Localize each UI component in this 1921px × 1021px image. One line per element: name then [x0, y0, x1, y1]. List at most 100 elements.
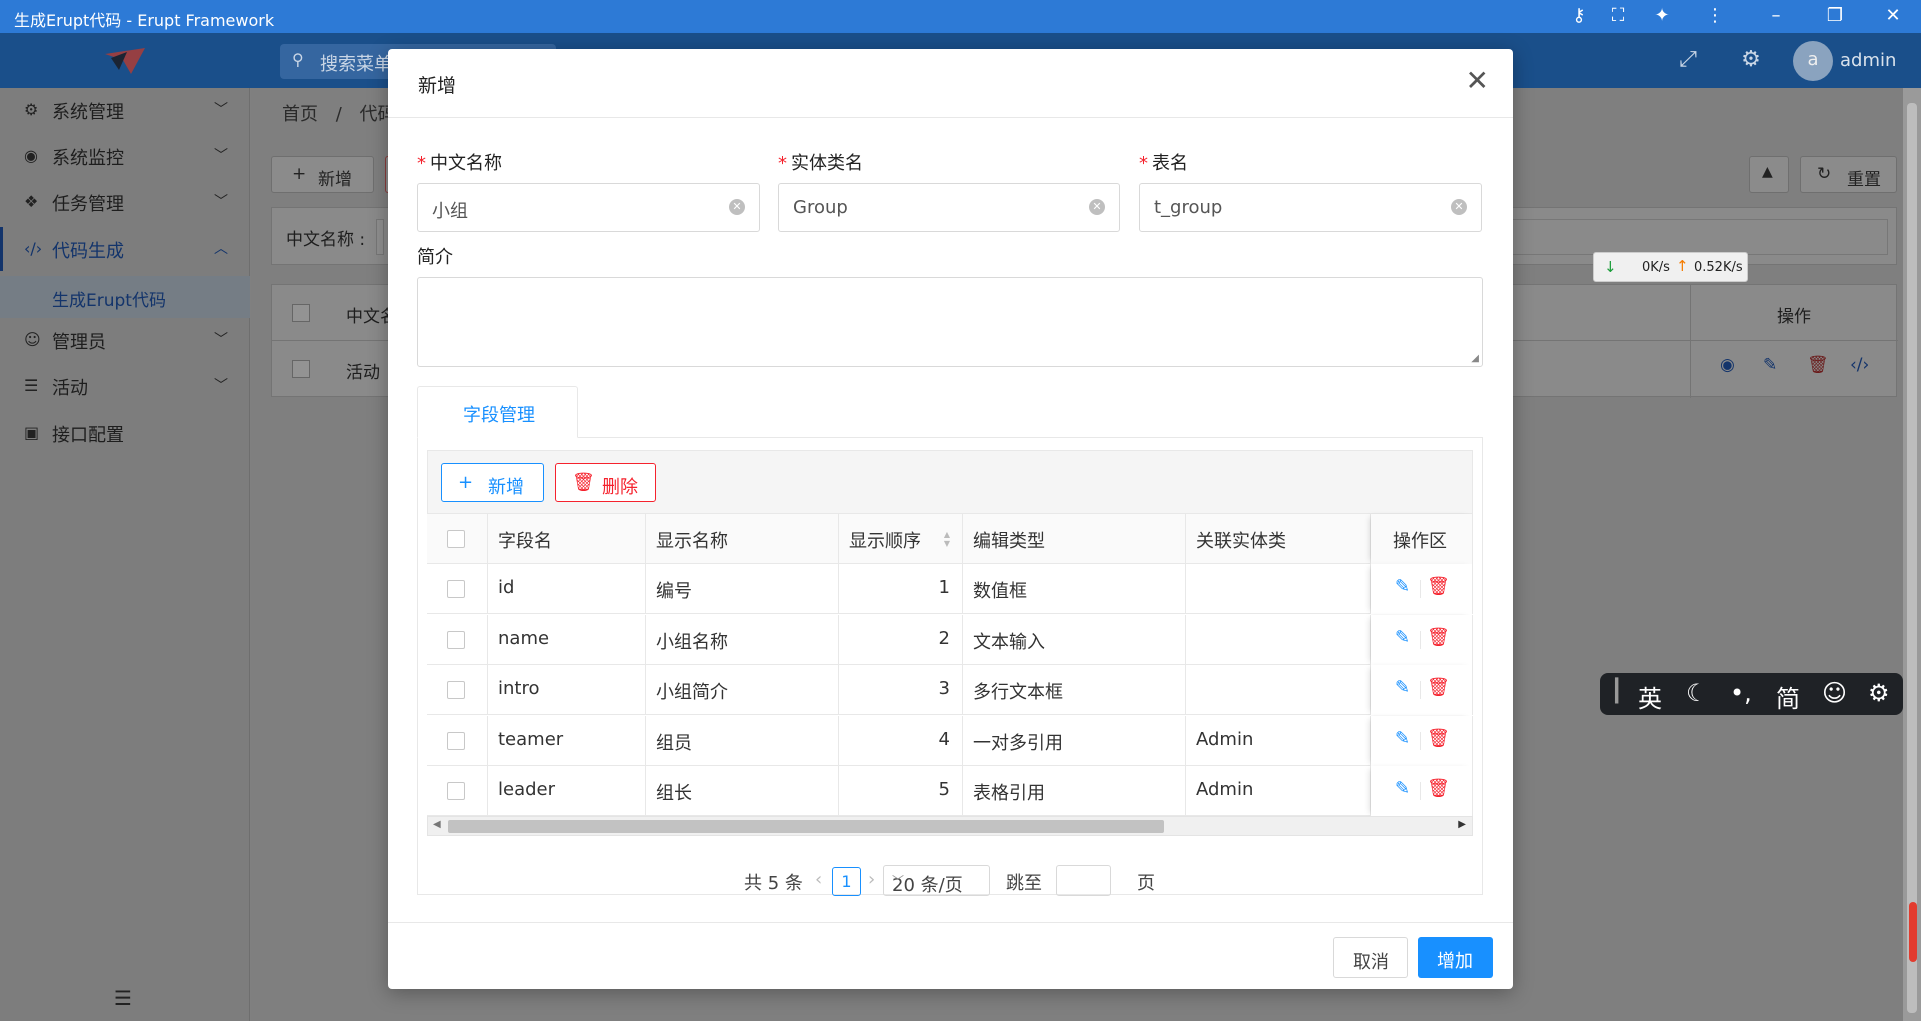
row-checkbox[interactable]	[447, 681, 465, 699]
row-operations: ✎ 🗑	[1371, 564, 1473, 614]
table-horizontal-scrollbar[interactable]: ◀ ▶	[427, 816, 1473, 836]
sort-icon[interactable]: ▲ ▼	[944, 530, 950, 548]
delete-field-button[interactable]: 🗑 删除	[555, 463, 656, 502]
table-header: 字段名 显示名称 显示顺序 ▲ ▼ 编辑类型 关联实体类 操作区	[427, 514, 1473, 564]
clear-icon[interactable]: ✕	[729, 199, 745, 215]
fullscreen-icon[interactable]: ⤢	[1674, 47, 1702, 75]
trash-icon[interactable]: 🗑	[1427, 677, 1450, 698]
trash-icon[interactable]: 🗑	[1427, 778, 1450, 799]
edit-icon[interactable]: ✎	[1763, 355, 1777, 375]
cell-field: intro	[498, 678, 540, 699]
prev-page-icon[interactable]: ‹	[815, 869, 822, 890]
collapse-sidebar-icon[interactable]: ☰	[114, 986, 132, 1010]
arrow-up-icon: ↑	[1676, 257, 1689, 275]
sidebar-item-admin[interactable]: ☺ 管理员 ﹀	[0, 318, 250, 362]
bg-reset-button[interactable]: ↻ 重置	[1800, 156, 1897, 193]
bg-collapse-button[interactable]: ▲	[1749, 156, 1789, 193]
ime-lang-toggle[interactable]: 英	[1638, 679, 1662, 714]
ime-settings-icon[interactable]: ⚙	[1868, 679, 1890, 707]
key-icon[interactable]: ⚷	[1568, 5, 1590, 27]
cell-field: leader	[498, 779, 556, 800]
trash-icon[interactable]: 🗑	[1807, 355, 1829, 375]
chevron-down-icon: ﹀	[214, 332, 228, 348]
cn-name-input[interactable]: 小组 ✕	[417, 183, 760, 232]
sidebar-item-api[interactable]: ▣ 接口配置	[0, 411, 250, 455]
edit-icon[interactable]: ✎	[1395, 778, 1410, 799]
intro-label: 简介	[417, 247, 453, 268]
search-icon: ⚲	[292, 50, 304, 69]
clear-icon[interactable]: ✕	[1451, 199, 1467, 215]
bg-filter-input[interactable]	[376, 219, 384, 255]
sidebar-item-monitor[interactable]: ◉ 系统监控 ﹀	[0, 134, 250, 178]
tab-field-management[interactable]: 字段管理	[417, 386, 578, 438]
select-all-checkbox[interactable]	[447, 530, 465, 548]
row-checkbox[interactable]	[447, 630, 465, 649]
scroll-left-icon[interactable]: ◀	[433, 819, 441, 830]
cell-edit-type: 文本输入	[973, 631, 1045, 653]
translate-icon[interactable]: ⛶	[1607, 5, 1629, 27]
window-close-icon[interactable]: ✕	[1882, 5, 1904, 27]
drag-handle-icon[interactable]: ┃	[1610, 679, 1623, 704]
search-placeholder: 搜索菜单	[320, 54, 392, 75]
page-unit-label: 页	[1137, 873, 1155, 894]
clear-icon[interactable]: ✕	[1089, 199, 1105, 215]
table-name-input[interactable]: t_group ✕	[1139, 183, 1482, 232]
trash-icon[interactable]: 🗑	[1427, 627, 1450, 648]
table-row: name 小组名称 2 文本输入 ✎ 🗑	[427, 614, 1473, 665]
jump-page-input[interactable]	[1056, 865, 1111, 896]
cell-edit-type: 多行文本框	[973, 682, 1063, 703]
divider	[1420, 580, 1421, 598]
trash-icon[interactable]: 🗑	[1427, 728, 1450, 749]
cancel-button[interactable]: 取消	[1333, 937, 1408, 978]
divider	[1420, 782, 1421, 800]
edit-icon[interactable]: ✎	[1395, 576, 1410, 597]
scrollbar-thumb[interactable]	[448, 820, 1164, 833]
page-size-select[interactable]: 20 条/页 ﹀	[883, 865, 990, 896]
bg-select-all-checkbox[interactable]	[292, 304, 310, 322]
row-checkbox[interactable]	[447, 580, 465, 598]
submit-add-button[interactable]: 增加	[1418, 937, 1493, 978]
page-1[interactable]: 1	[832, 867, 861, 896]
row-checkbox[interactable]	[447, 782, 465, 800]
sidebar-subitem-generate[interactable]: 生成Erupt代码	[0, 276, 250, 318]
close-icon[interactable]: ✕	[1466, 67, 1489, 95]
moon-icon[interactable]: ☾	[1686, 679, 1708, 707]
arrow-down-icon: ↓	[1604, 258, 1617, 276]
extension-icon[interactable]: ✦	[1651, 5, 1673, 27]
settings-gear-icon[interactable]: ⚙	[1737, 47, 1765, 75]
divider	[1420, 630, 1421, 649]
ime-mode-toggle[interactable]: 简	[1776, 679, 1800, 714]
sidebar-item-system[interactable]: ⚙ 系统管理 ﹀	[0, 88, 250, 132]
intro-textarea[interactable]: ◢	[417, 277, 1483, 367]
code-icon[interactable]: ‹/›	[1850, 355, 1869, 375]
resize-grip-icon[interactable]: ◢	[1471, 353, 1479, 364]
bg-row-checkbox[interactable]	[292, 360, 310, 378]
sidebar-item-codegen[interactable]: ‹/› 代码生成 ︿	[0, 227, 250, 271]
sidebar-item-activity[interactable]: ☰ 活动 ﹀	[0, 364, 250, 408]
trash-icon[interactable]: 🗑	[1427, 576, 1450, 597]
bg-add-button[interactable]: + 新增	[271, 156, 374, 193]
user-name[interactable]: admin	[1840, 50, 1896, 71]
next-page-icon[interactable]: ›	[868, 869, 875, 890]
restore-icon[interactable]: ❐	[1824, 5, 1846, 27]
cell-display: 小组名称	[656, 631, 728, 653]
avatar[interactable]: a	[1793, 41, 1833, 81]
punctuation-icon[interactable]: •,	[1730, 679, 1752, 707]
add-field-button[interactable]: + 新增	[441, 463, 544, 502]
trash-icon: 🗑	[572, 472, 595, 493]
sidebar-item-tasks[interactable]: ❖ 任务管理 ﹀	[0, 180, 250, 224]
cell-edit-type: 表格引用	[973, 783, 1045, 804]
scroll-right-icon[interactable]: ▶	[1458, 819, 1466, 830]
edit-icon[interactable]: ✎	[1395, 728, 1410, 749]
row-checkbox[interactable]	[447, 731, 465, 750]
view-icon[interactable]: ◉	[1720, 355, 1735, 375]
col-display-order[interactable]: 显示顺序 ▲ ▼	[839, 514, 963, 564]
scroll-marker	[1909, 902, 1917, 962]
edit-icon[interactable]: ✎	[1395, 677, 1410, 698]
more-menu-icon[interactable]: ⋮	[1704, 5, 1726, 27]
emoji-icon[interactable]: ☺	[1822, 679, 1847, 707]
edit-icon[interactable]: ✎	[1395, 627, 1410, 648]
page-scrollbar-thumb[interactable]	[1907, 103, 1917, 1013]
minimize-icon[interactable]: –	[1765, 5, 1787, 27]
class-name-input[interactable]: Group ✕	[778, 183, 1120, 232]
